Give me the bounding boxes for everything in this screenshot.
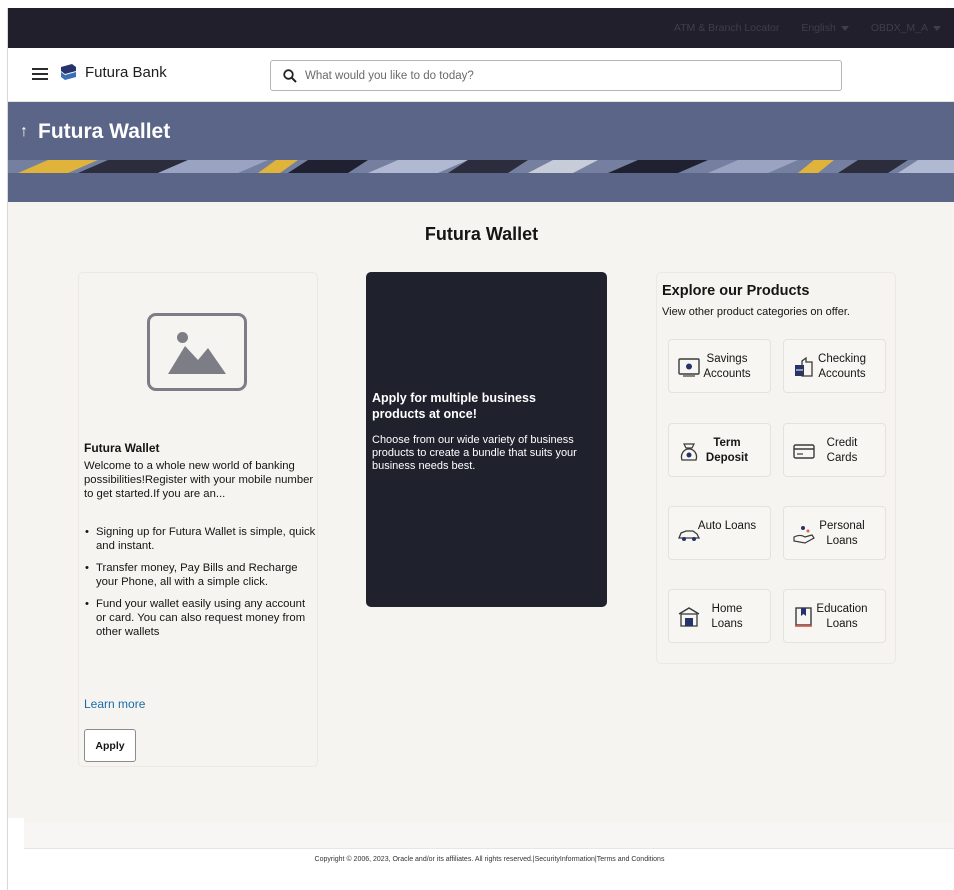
product-term-deposit[interactable]: Term Deposit (668, 423, 771, 477)
search-input[interactable] (305, 69, 805, 82)
page-banner: ↑ Futura Wallet (8, 102, 954, 202)
product-label: Education Loans (816, 603, 868, 630)
header: Futura Bank (8, 48, 954, 102)
main-content: Futura Wallet Futura Wallet Welcome to a… (8, 202, 954, 822)
list-item: Signing up for Futura Wallet is simple, … (84, 525, 316, 553)
product-savings-accounts[interactable]: Savings Accounts (668, 339, 771, 393)
promo-card-title: Apply for multiple business products at … (372, 391, 536, 421)
atm-branch-locator-link[interactable]: ATM & Branch Locator (674, 22, 779, 34)
product-credit-cards[interactable]: Credit Cards (783, 423, 886, 477)
search-icon (283, 68, 297, 83)
chevron-down-icon (840, 25, 849, 31)
wallet-card-title: Futura Wallet (84, 441, 160, 455)
product-label: Personal Loans (819, 520, 865, 547)
user-label: OBDX_M_A (870, 22, 928, 34)
page-title: Futura Wallet (38, 120, 171, 143)
product-label: Checking Accounts (818, 353, 866, 380)
atm-branch-locator-label: ATM & Branch Locator (673, 22, 780, 34)
products-card: Explore our Products View other product … (656, 272, 896, 664)
wallet-feature-list: Signing up for Futura Wallet is simple, … (84, 525, 316, 647)
product-auto-loans[interactable]: Auto Loans (668, 506, 771, 560)
product-education-loans[interactable]: Education Loans (783, 589, 886, 643)
product-label: Savings Accounts (703, 353, 751, 380)
list-item: Transfer money, Pay Bills and Recharge y… (84, 561, 316, 589)
products-subtitle: View other product categories on offer. (662, 306, 850, 318)
footer-copyright: Copyright © 2006, 2023, Oracle and/or it… (314, 856, 665, 863)
wallet-card: Futura Wallet Welcome to a whole new wor… (78, 272, 318, 767)
footer: Copyright © 2006, 2023, Oracle and/or it… (24, 848, 954, 890)
back-arrow-icon[interactable]: ↑ (20, 123, 28, 141)
language-label: English (801, 22, 836, 34)
search-box[interactable] (270, 60, 842, 91)
banner-pattern (8, 160, 954, 173)
page: ATM & Branch Locator English OBDX_M_A Fu… (7, 8, 954, 890)
promo-card[interactable]: Apply for multiple business products at … (366, 272, 607, 607)
product-label: Home Loans (711, 603, 743, 630)
promo-card-description: Choose from our wide variety of business… (372, 434, 577, 472)
list-item: Fund your wallet easily using any accoun… (84, 597, 316, 639)
top-strip: ATM & Branch Locator English OBDX_M_A (8, 8, 954, 48)
apply-button[interactable]: Apply (84, 729, 136, 762)
product-label: Credit Cards (826, 437, 858, 464)
product-label: Term Deposit (705, 437, 749, 464)
bank-name: Futura Bank (85, 64, 167, 81)
hamburger-menu-icon[interactable] (32, 68, 48, 80)
products-title: Explore our Products (662, 283, 810, 299)
content-title: Futura Wallet (424, 224, 539, 244)
product-checking-accounts[interactable]: Checking Accounts (783, 339, 886, 393)
product-label: Auto Loans (697, 520, 757, 532)
brand[interactable]: Futura Bank (60, 64, 167, 81)
learn-more-link[interactable]: Learn more (84, 697, 145, 711)
product-personal-loans[interactable]: Personal Loans (783, 506, 886, 560)
language-select[interactable]: English (801, 22, 849, 34)
image-placeholder-icon (147, 313, 247, 391)
wallet-card-description: Welcome to a whole new world of banking … (84, 460, 314, 500)
bank-logo-icon (61, 64, 76, 80)
chevron-down-icon (933, 25, 941, 31)
product-home-loans[interactable]: Home Loans (668, 589, 771, 643)
user-menu[interactable]: OBDX_M_A (871, 22, 941, 34)
